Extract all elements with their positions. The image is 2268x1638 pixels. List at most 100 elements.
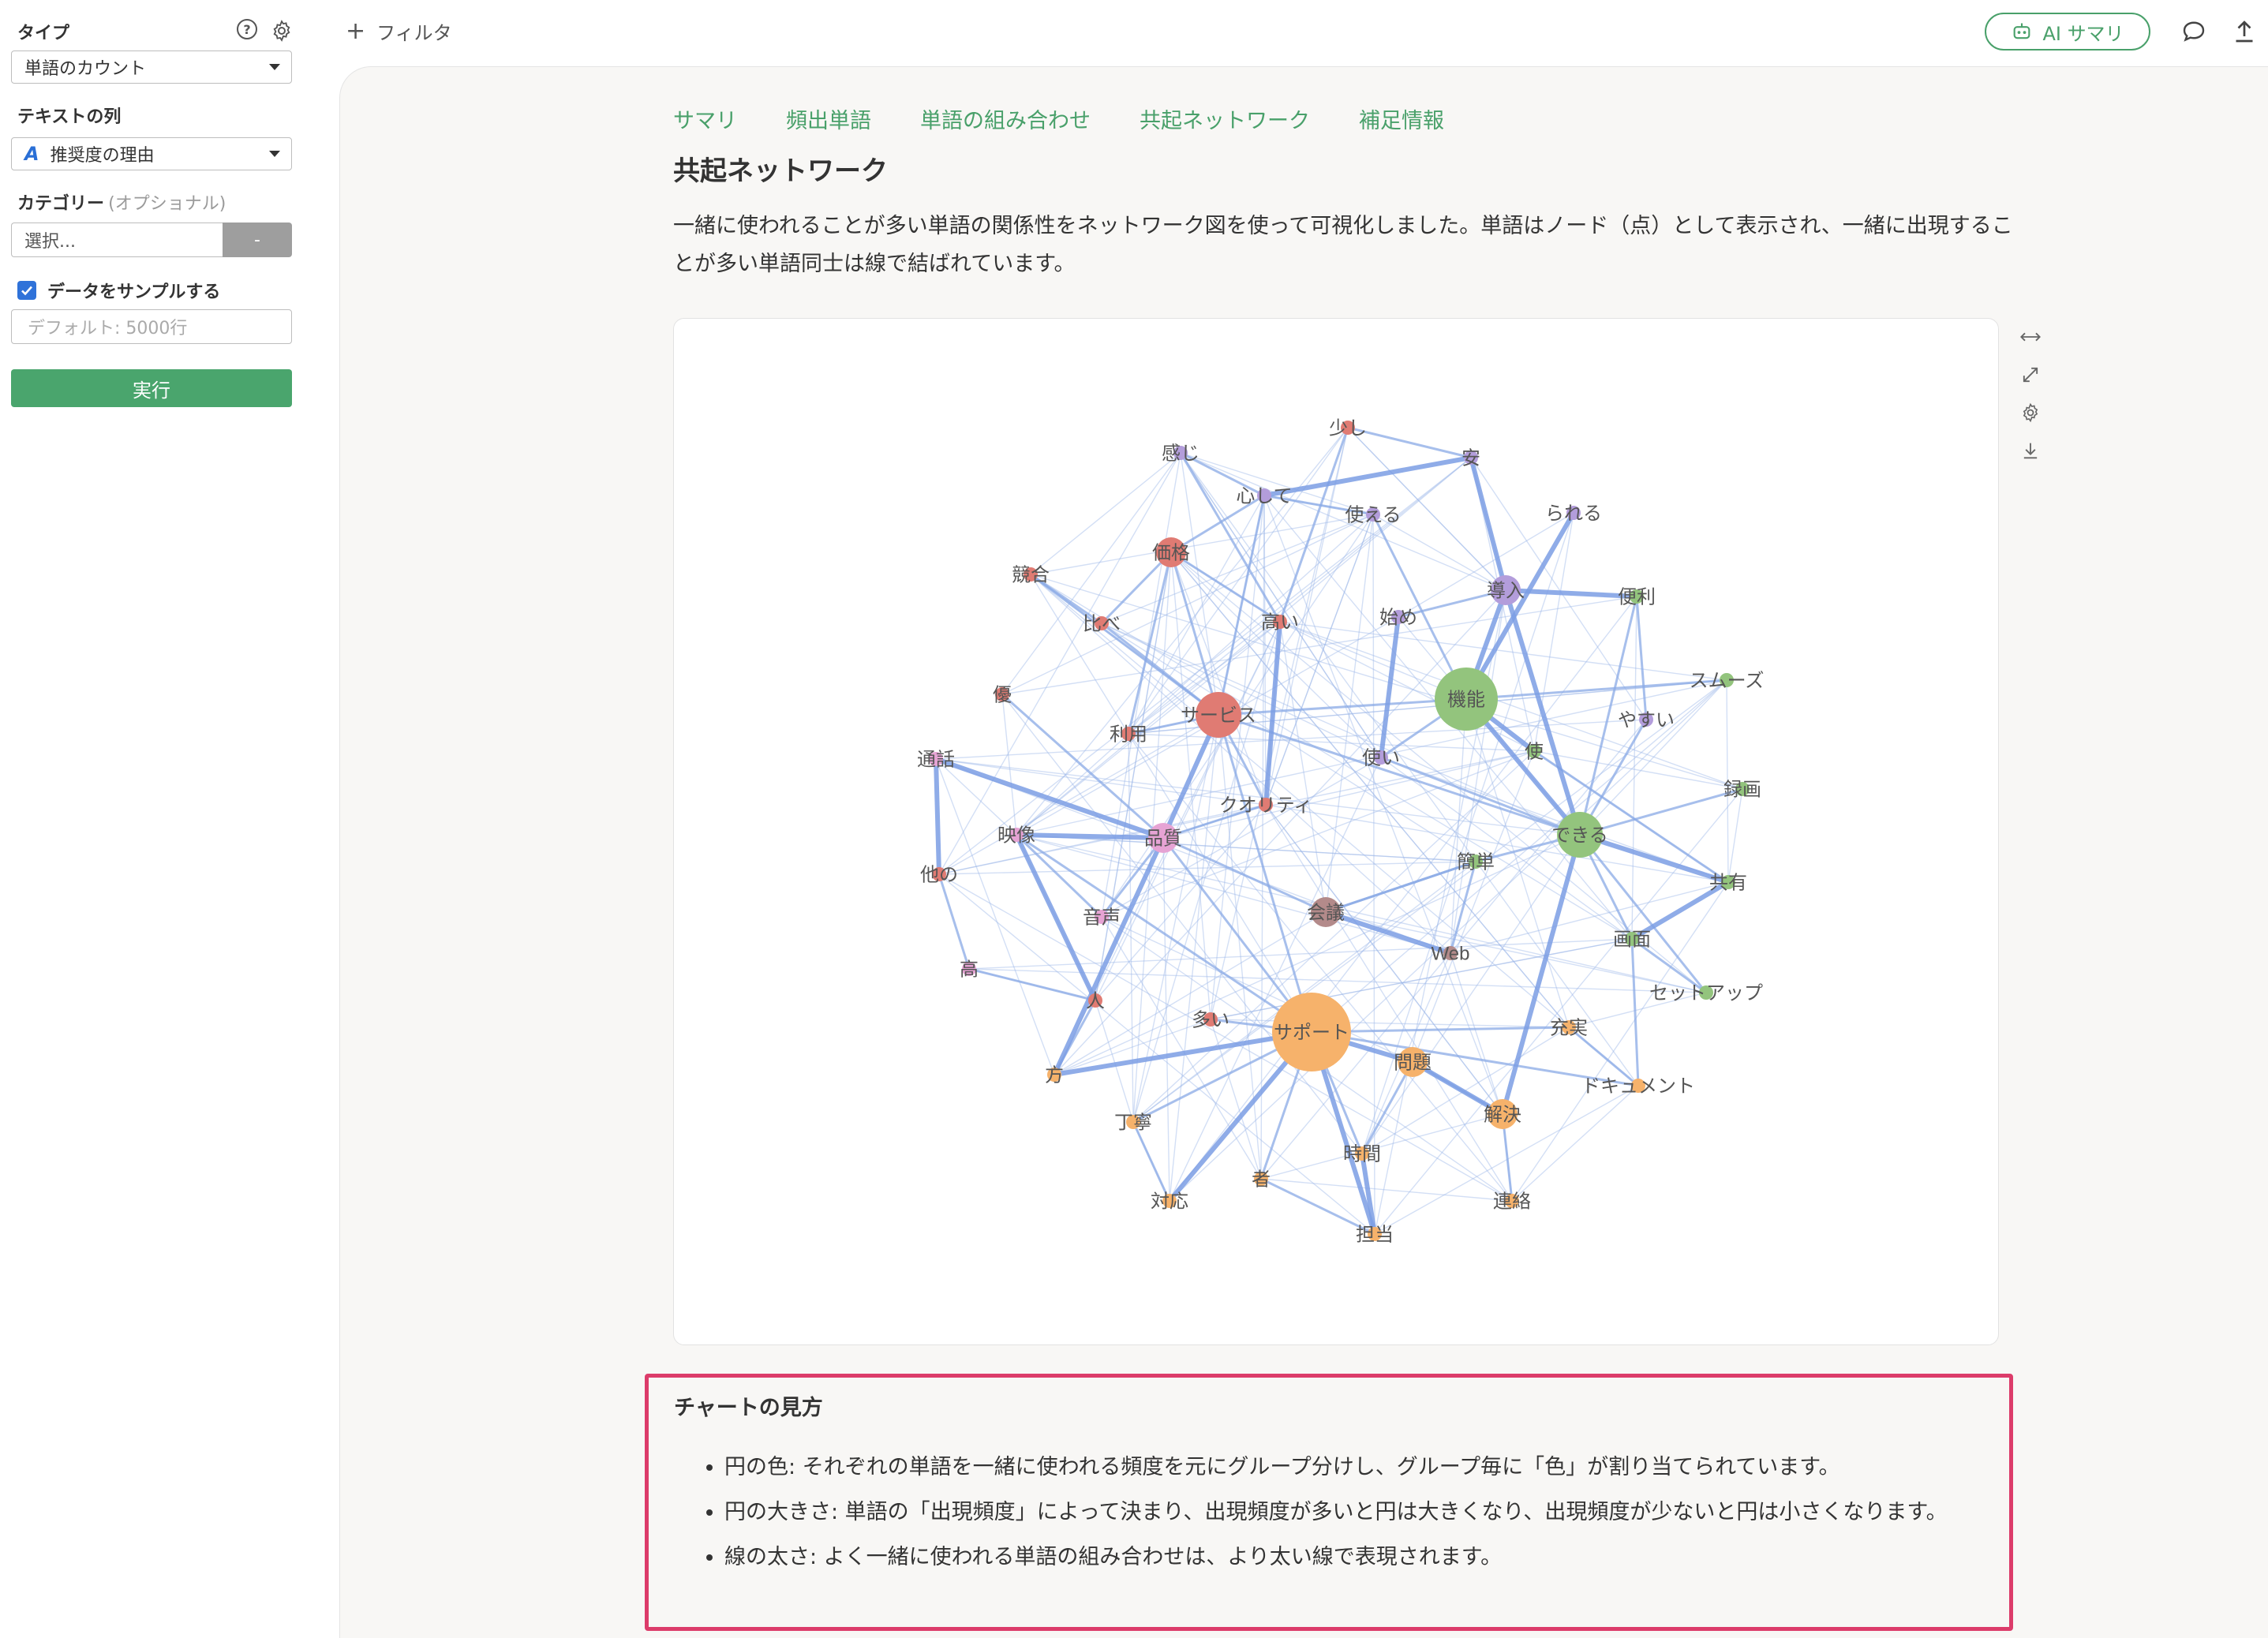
cooccurrence-network-chart[interactable]: 少し感じ 安心して使える られる価格競合導入 便利比べ 高い 始めスムーズ機能 優 サービス利… bbox=[674, 319, 1999, 1345]
network-node[interactable]: サービス bbox=[1181, 692, 1256, 738]
network-node-label: 機能 bbox=[1447, 689, 1485, 710]
network-node[interactable]: 優 bbox=[993, 684, 1012, 705]
sample-checkbox[interactable] bbox=[17, 281, 36, 300]
network-node[interactable]: 高 bbox=[960, 959, 979, 980]
network-node-label: 導入 bbox=[1487, 580, 1525, 601]
category-input[interactable]: 選択... bbox=[11, 223, 223, 257]
network-node[interactable]: セットアップ bbox=[1649, 982, 1763, 1004]
network-node[interactable]: できる bbox=[1551, 812, 1608, 858]
network-edge-weak bbox=[1412, 750, 1535, 1063]
network-edges bbox=[934, 426, 1743, 1236]
sidebar: タイプ ? 単語のカウント テキストの列 A 推奨度の理由 カテゴリー (オプシ… bbox=[0, 0, 308, 1638]
network-node[interactable]: 共有 bbox=[1709, 872, 1747, 893]
network-node[interactable]: 者 bbox=[1252, 1169, 1271, 1190]
network-node-label: 始め bbox=[1379, 607, 1417, 628]
network-node[interactable]: 高い bbox=[1261, 611, 1299, 633]
upload-icon[interactable] bbox=[2230, 17, 2259, 46]
sample-size-input[interactable]: デフォルト: 5000行 bbox=[11, 309, 292, 344]
network-node[interactable]: 使える bbox=[1345, 504, 1401, 525]
network-node[interactable]: 他の bbox=[920, 864, 958, 885]
network-node[interactable]: 機能 bbox=[1435, 668, 1498, 731]
network-node[interactable]: 価格 bbox=[1152, 537, 1190, 567]
network-node-label: 時間 bbox=[1343, 1143, 1381, 1165]
network-node[interactable]: 人 bbox=[1086, 990, 1105, 1012]
network-node[interactable]: 少し bbox=[1329, 417, 1367, 439]
fullscreen-icon[interactable] bbox=[2015, 359, 2046, 391]
network-chart-card: 少し感じ 安心して使える られる価格競合導入 便利比べ 高い 始めスムーズ機能 優 サービス利… bbox=[673, 318, 1999, 1345]
tab-cooccurrence-network[interactable]: 共起ネットワーク bbox=[1140, 103, 1310, 134]
network-node[interactable]: 簡単 bbox=[1457, 851, 1495, 873]
network-node[interactable]: 感じ bbox=[1162, 443, 1199, 464]
help-icon[interactable]: ? bbox=[237, 19, 257, 39]
category-select[interactable]: 選択... - bbox=[11, 223, 292, 257]
tab-summary[interactable]: サマリ bbox=[673, 103, 737, 134]
network-node[interactable]: 始め bbox=[1379, 607, 1417, 628]
expand-horizontal-icon[interactable] bbox=[2015, 321, 2046, 353]
network-node[interactable]: Web bbox=[1432, 943, 1470, 964]
network-node[interactable]: ドキュメント bbox=[1581, 1075, 1695, 1097]
network-node[interactable]: 方 bbox=[1045, 1064, 1064, 1086]
chevron-down-icon bbox=[269, 151, 280, 157]
network-node[interactable]: 使い bbox=[1362, 747, 1400, 769]
network-node[interactable]: 時間 bbox=[1343, 1143, 1381, 1165]
network-node[interactable]: クオリティ bbox=[1219, 795, 1313, 816]
add-filter-button[interactable]: + フィルタ bbox=[346, 17, 452, 45]
network-node[interactable]: 問題 bbox=[1394, 1047, 1432, 1077]
comment-icon[interactable] bbox=[2180, 17, 2208, 46]
network-node[interactable]: 多い bbox=[1192, 1009, 1229, 1030]
network-node[interactable]: スムーズ bbox=[1690, 670, 1765, 691]
type-select[interactable]: 単語のカウント bbox=[11, 50, 292, 84]
filter-label: フィルタ bbox=[376, 22, 452, 44]
text-column-select[interactable]: A 推奨度の理由 bbox=[11, 137, 292, 170]
network-node[interactable]: 導入 bbox=[1487, 575, 1525, 605]
network-node-label: 方 bbox=[1045, 1064, 1064, 1086]
network-node[interactable]: サポート bbox=[1272, 993, 1351, 1071]
network-node[interactable]: 画面 bbox=[1613, 929, 1651, 950]
network-edge-weak bbox=[1180, 452, 1506, 591]
network-node[interactable]: 対応 bbox=[1151, 1191, 1188, 1212]
network-node-label: 感じ bbox=[1162, 443, 1199, 464]
gear-icon[interactable] bbox=[270, 19, 294, 43]
main-panel: サマリ 頻出単語 単語の組み合わせ 共起ネットワーク 補足情報 共起ネットワーク… bbox=[339, 66, 2268, 1638]
network-node[interactable]: 解決 bbox=[1484, 1099, 1521, 1129]
network-node[interactable]: 利用 bbox=[1110, 724, 1147, 745]
network-node[interactable]: られる bbox=[1545, 503, 1602, 524]
network-node[interactable]: 音声 bbox=[1083, 907, 1121, 928]
network-node[interactable]: 使 bbox=[1525, 741, 1544, 762]
network-node[interactable]: 連絡 bbox=[1493, 1191, 1531, 1212]
text-type-icon: A bbox=[24, 143, 39, 165]
tab-word-combinations[interactable]: 単語の組み合わせ bbox=[920, 103, 1091, 134]
network-node-label: 使 bbox=[1525, 741, 1544, 762]
network-node-label: スムーズ bbox=[1690, 670, 1765, 691]
network-node[interactable]: 心して bbox=[1236, 485, 1292, 507]
network-node[interactable]: 通話 bbox=[917, 749, 955, 770]
network-node-label: 利用 bbox=[1110, 724, 1147, 745]
network-edge-strong bbox=[1464, 511, 1576, 701]
tab-frequent-words[interactable]: 頻出単語 bbox=[786, 103, 871, 134]
network-node-label: やすい bbox=[1618, 709, 1675, 731]
network-node[interactable]: 便利 bbox=[1618, 586, 1656, 608]
gear-icon[interactable] bbox=[2015, 397, 2046, 428]
network-node[interactable]: 会議 bbox=[1307, 897, 1345, 927]
network-node[interactable]: 映像 bbox=[997, 825, 1035, 846]
network-node[interactable]: 競合 bbox=[1012, 564, 1050, 585]
network-node[interactable]: 録画 bbox=[1723, 779, 1761, 800]
chart-guide-box: チャートの見方 円の色: それぞれの単語を一緒に使われる頻度を元にグループ分けし… bbox=[645, 1374, 2013, 1631]
network-edge-weak bbox=[1511, 1085, 1639, 1202]
run-button[interactable]: 実行 bbox=[11, 369, 292, 407]
network-node[interactable]: 充実 bbox=[1550, 1017, 1588, 1038]
ai-summary-button[interactable]: AI サマリ bbox=[1985, 13, 2150, 50]
network-node-label: ドキュメント bbox=[1581, 1075, 1695, 1097]
network-node[interactable]: 丁寧 bbox=[1114, 1112, 1152, 1133]
network-node-label: 解決 bbox=[1484, 1104, 1521, 1125]
network-node[interactable]: やすい bbox=[1618, 709, 1675, 731]
network-node[interactable]: 品質 bbox=[1144, 823, 1182, 853]
category-clear-button[interactable]: - bbox=[223, 223, 292, 257]
network-node[interactable]: 比べ bbox=[1083, 613, 1121, 634]
network-node-label: 通話 bbox=[917, 749, 955, 770]
type-select-value: 単語のカウント bbox=[24, 59, 147, 79]
network-node[interactable]: 安 bbox=[1461, 447, 1480, 469]
tab-supplementary-info[interactable]: 補足情報 bbox=[1359, 103, 1444, 134]
network-node[interactable]: 担当 bbox=[1356, 1224, 1394, 1245]
download-icon[interactable] bbox=[2015, 435, 2046, 466]
